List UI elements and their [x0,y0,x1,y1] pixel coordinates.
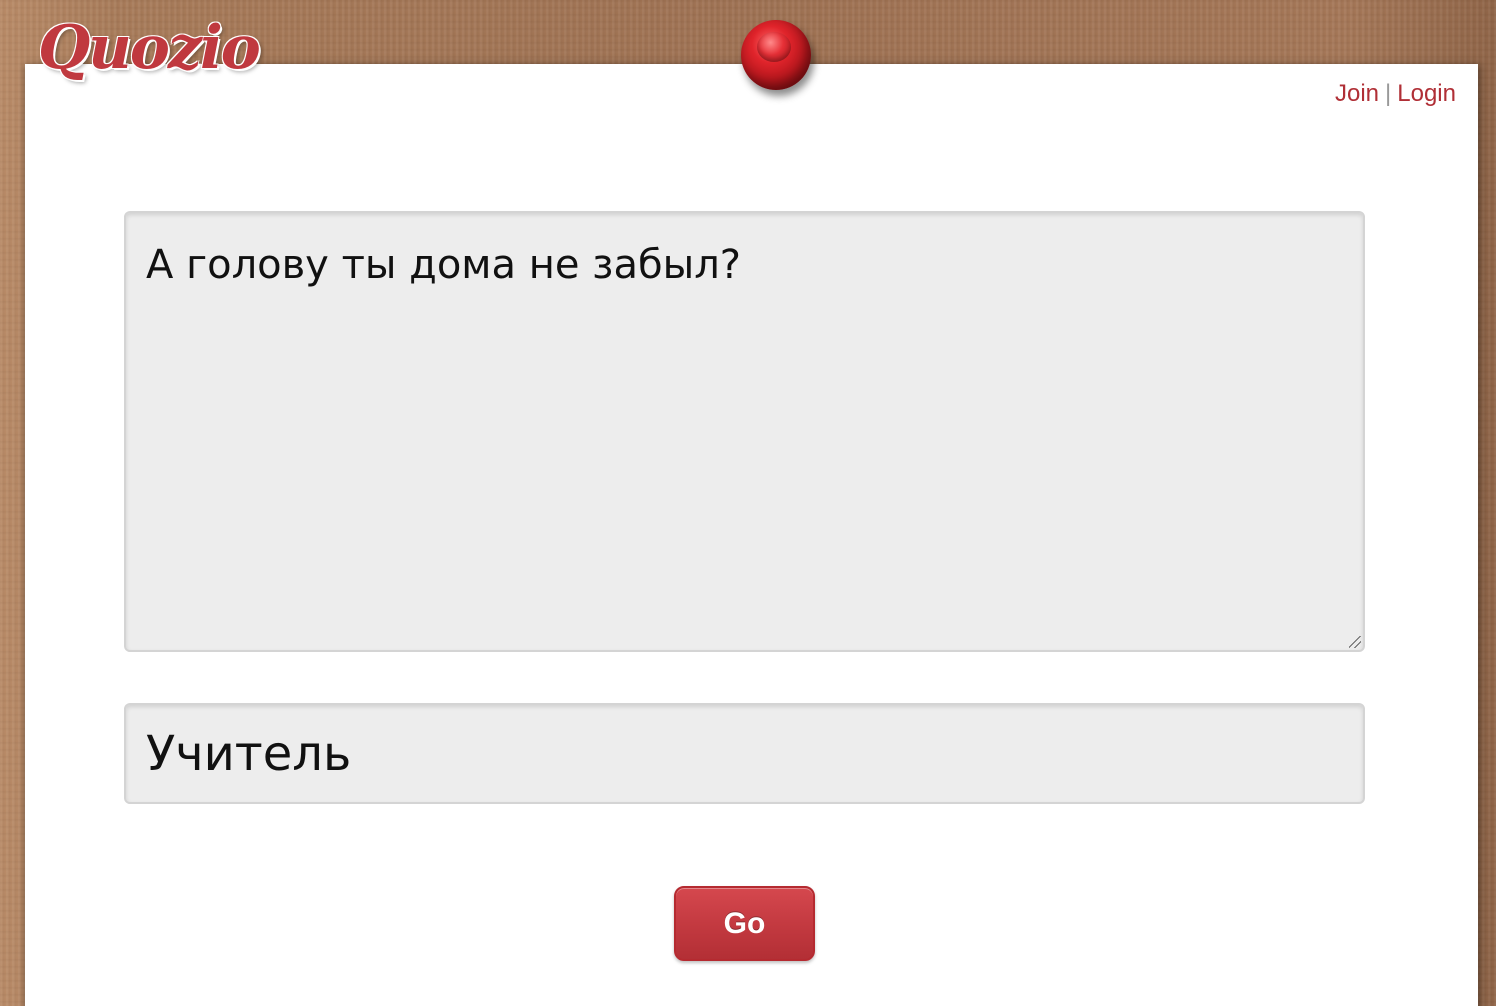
go-button[interactable]: Go [674,886,815,961]
author-input[interactable] [124,703,1365,804]
pushpin-head [757,32,791,62]
join-link[interactable]: Join [1335,80,1379,107]
quote-textarea[interactable]: А голову ты дома не забыл? [124,211,1365,652]
auth-links: Join | Login [1335,80,1456,108]
login-link[interactable]: Login [1397,80,1456,107]
site-logo[interactable]: Quozio [38,18,261,78]
auth-separator: | [1385,80,1392,107]
pushpin-icon [741,20,811,90]
resize-grip-icon[interactable] [1349,636,1361,648]
